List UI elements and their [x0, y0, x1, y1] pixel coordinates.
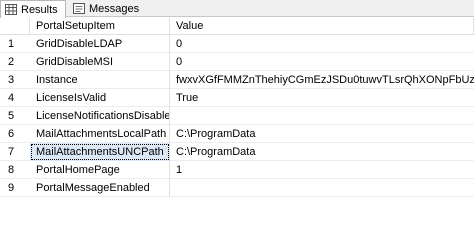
- cell-value[interactable]: 0: [170, 35, 474, 53]
- tab-results-label: Results: [21, 3, 58, 16]
- cell-portalsetupitem[interactable]: MailAttachmentsUNCPath: [30, 143, 170, 161]
- row-number[interactable]: 5: [0, 107, 30, 125]
- table-row[interactable]: 9 PortalMessageEnabled: [0, 179, 474, 197]
- cell-portalsetupitem[interactable]: Instance: [30, 71, 170, 89]
- row-number[interactable]: 7: [0, 143, 30, 161]
- row-number[interactable]: 9: [0, 179, 30, 197]
- messages-icon: [73, 3, 85, 14]
- grid-icon: [5, 4, 17, 15]
- cell-portalsetupitem[interactable]: GridDisableMSI: [30, 53, 170, 71]
- tab-messages-label: Messages: [89, 2, 140, 15]
- cell-value[interactable]: fwxvXGfFMMZnThehiyCGmEzJSDu0tuwvTLsrQhXO…: [170, 71, 474, 89]
- row-number[interactable]: 3: [0, 71, 30, 89]
- table-row[interactable]: 1 GridDisableLDAP 0: [0, 35, 474, 53]
- row-number[interactable]: 8: [0, 161, 30, 179]
- table-row[interactable]: 7 MailAttachmentsUNCPath C:\ProgramData: [0, 143, 474, 161]
- table-row[interactable]: 6 MailAttachmentsLocalPath C:\ProgramData: [0, 125, 474, 143]
- table-row[interactable]: 2 GridDisableMSI 0: [0, 53, 474, 71]
- cell-value[interactable]: 1: [170, 161, 474, 179]
- row-number-header[interactable]: [0, 18, 30, 35]
- row-number[interactable]: 4: [0, 89, 30, 107]
- cell-portalsetupitem[interactable]: PortalMessageEnabled: [30, 179, 170, 197]
- cell-portalsetupitem[interactable]: MailAttachmentsLocalPath: [30, 125, 170, 143]
- table-row[interactable]: 5 LicenseNotificationsDisabled: [0, 107, 474, 125]
- tab-results[interactable]: Results: [0, 0, 66, 18]
- table-row[interactable]: 4 LicenseIsValid True: [0, 89, 474, 107]
- cell-value[interactable]: True: [170, 89, 474, 107]
- cell-portalsetupitem[interactable]: LicenseIsValid: [30, 89, 170, 107]
- row-number[interactable]: 6: [0, 125, 30, 143]
- cell-value[interactable]: [170, 107, 474, 125]
- results-grid: PortalSetupItem Value 1 GridDisableLDAP 0 2…: [0, 18, 474, 203]
- cell-value[interactable]: [170, 179, 474, 197]
- column-header-value[interactable]: Value: [170, 18, 474, 35]
- grid-header-row: PortalSetupItem Value: [0, 18, 474, 35]
- column-header-portalsetupitem[interactable]: PortalSetupItem: [30, 18, 170, 35]
- row-number[interactable]: 1: [0, 35, 30, 53]
- cell-portalsetupitem[interactable]: GridDisableLDAP: [30, 35, 170, 53]
- table-row[interactable]: 8 PortalHomePage 1: [0, 161, 474, 179]
- cell-portalsetupitem[interactable]: PortalHomePage: [30, 161, 170, 179]
- results-tabbar: Results Messages: [0, 0, 474, 18]
- cell-value[interactable]: 0: [170, 53, 474, 71]
- cell-portalsetupitem[interactable]: LicenseNotificationsDisabled: [30, 107, 170, 125]
- cell-value[interactable]: C:\ProgramData: [170, 143, 474, 161]
- cell-value[interactable]: C:\ProgramData: [170, 125, 474, 143]
- table-row[interactable]: 3 Instance fwxvXGfFMMZnThehiyCGmEzJSDu0tuw…: [0, 71, 474, 89]
- tab-messages[interactable]: Messages: [69, 0, 139, 17]
- row-number[interactable]: 2: [0, 53, 30, 71]
